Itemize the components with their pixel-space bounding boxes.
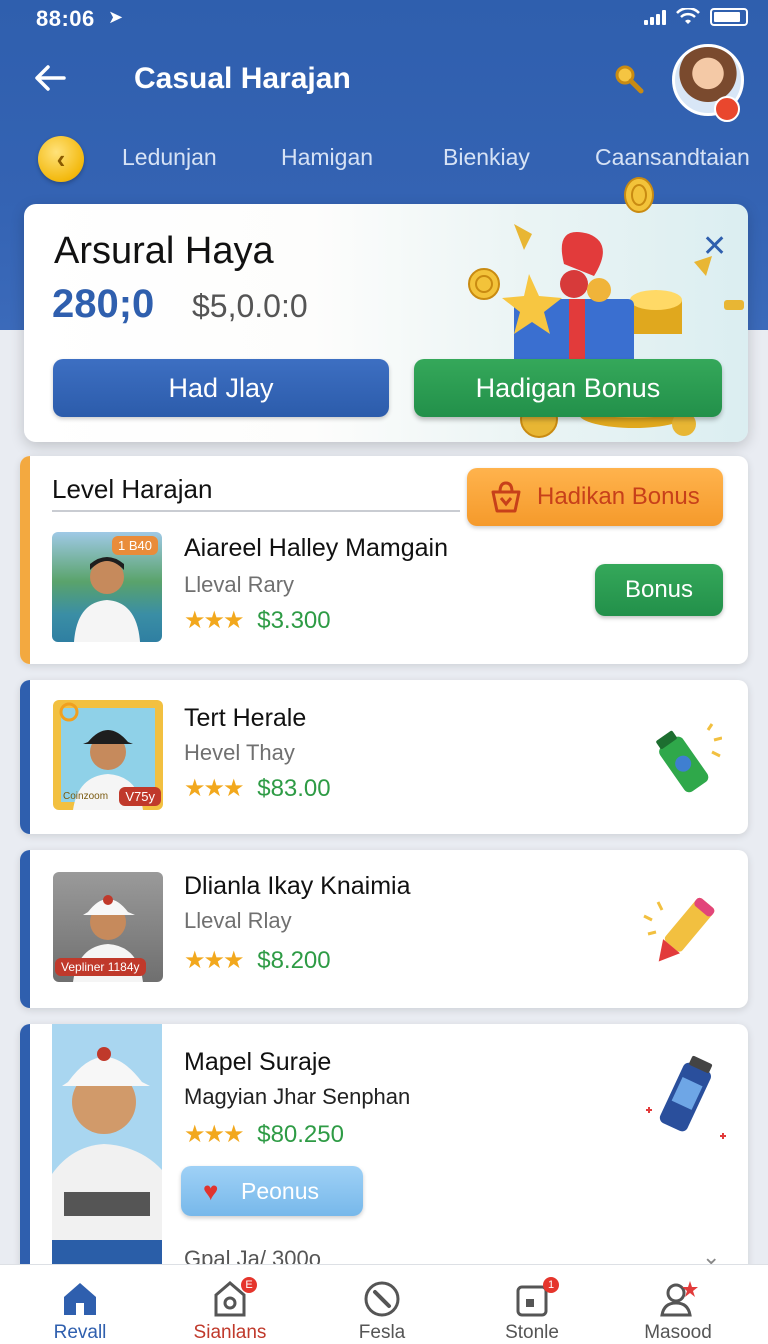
- rating-stars: ★★★: [184, 607, 245, 634]
- crayon-icon: [643, 897, 715, 962]
- nav-label: Stonle: [505, 1322, 559, 1343]
- potion-bottle-icon: [656, 723, 722, 793]
- bottom-navigation: Revall E Sianlans Fesla 1 Stonle Masood: [0, 1264, 768, 1344]
- nav-label: Masood: [644, 1322, 712, 1343]
- compass-icon: [364, 1281, 400, 1317]
- card-stripe: [20, 1024, 30, 1284]
- tab-hamigan[interactable]: Hamigan: [281, 144, 373, 171]
- item-thumbnail[interactable]: Coinzoom V75y: [53, 700, 163, 810]
- hero-sub-amount: $5,0.0:0: [192, 288, 308, 324]
- item-name: Tert Herale: [184, 704, 307, 732]
- tab-ledunjan[interactable]: Ledunjan: [122, 144, 217, 171]
- rating-stars: ★★★: [184, 775, 245, 802]
- rating-stars: ★★★: [184, 1121, 245, 1148]
- close-icon[interactable]: ✕: [702, 232, 727, 262]
- bonus-button[interactable]: Bonus: [595, 564, 723, 616]
- signal-icon: [644, 9, 666, 25]
- thumbnail-caption: Coinzoom: [63, 791, 109, 802]
- level-bonus-label: Hadikan Bonus: [537, 483, 700, 510]
- nav-label: Revall: [53, 1322, 107, 1343]
- nav-label: Sianlans: [193, 1322, 267, 1343]
- peonus-button[interactable]: ♥ Peonus: [181, 1166, 363, 1216]
- item-name: Mapel Surаje: [184, 1048, 332, 1076]
- item-price: $3.300: [257, 607, 331, 634]
- back-button[interactable]: [30, 58, 74, 102]
- nav-compass[interactable]: Fesla: [307, 1265, 457, 1344]
- price-row: ★★★ $8.200: [184, 946, 331, 975]
- coin-tab-icon[interactable]: ‹: [38, 136, 84, 182]
- level-card-title: Level Harajan: [52, 474, 213, 504]
- item-level: Lleval Rlay: [184, 908, 292, 933]
- card-stripe: [20, 456, 30, 664]
- card-stripe: [20, 850, 30, 1008]
- item-price: $83.00: [257, 775, 331, 802]
- floating-coin-icon: [624, 177, 654, 213]
- heart-icon: ♥: [203, 1176, 219, 1206]
- hero-amount: 280;0: [52, 282, 155, 326]
- battery-icon: [710, 8, 748, 26]
- peonus-label: Peonus: [241, 1178, 320, 1204]
- price-row: ★★★ $3.300: [184, 606, 331, 635]
- search-button[interactable]: [612, 62, 646, 96]
- search-icon: [615, 65, 644, 94]
- item-thumbnail[interactable]: [52, 1024, 162, 1284]
- item-price: $80.250: [257, 1121, 344, 1148]
- item-card: Mapel Surаje Magyian Jhar Senphan ★★★ $8…: [20, 1024, 748, 1284]
- hero-title: Arsural Haya: [54, 230, 274, 272]
- home-icon: [64, 1283, 96, 1315]
- item-name: Dlianla Ikay Knaimia: [184, 872, 411, 900]
- wifi-icon: [676, 8, 700, 24]
- nav-clipboard[interactable]: 1 Stonle: [457, 1265, 607, 1344]
- status-bar: 88:06 ➤: [0, 0, 768, 36]
- price-row: ★★★ $83.00: [184, 774, 331, 803]
- divider: [52, 510, 460, 512]
- page-title: Casual Harajan: [134, 62, 351, 95]
- item-card: Coinzoom V75y Tert Herale Hevel Thay ★★★…: [20, 680, 748, 834]
- notification-badge: 1: [543, 1277, 559, 1293]
- price-row: ★★★ $80.250: [184, 1120, 344, 1149]
- item-level: Lleval Rary: [184, 572, 295, 597]
- status-time: 88:06: [36, 6, 95, 31]
- item-level: Hevel Thay: [184, 740, 295, 765]
- bag-icon: [491, 481, 521, 513]
- thumbnail-tag: 1 B40: [112, 536, 158, 555]
- item-thumbnail[interactable]: Vepliner 1184y: [53, 872, 163, 982]
- location-arrow-icon: ➤: [108, 7, 124, 27]
- nav-profile[interactable]: Masood: [603, 1265, 753, 1344]
- item-thumbnail[interactable]: 1 B40: [52, 532, 162, 642]
- live-badge-icon: [714, 96, 740, 122]
- level-card: Level Harajan Hadikan Bonus 1 B40 Aiaree…: [20, 456, 748, 664]
- person-photo: [52, 1047, 162, 1284]
- nav-home[interactable]: Revall: [5, 1265, 155, 1344]
- play-button[interactable]: Had Jlay: [53, 359, 389, 417]
- item-level: Magyian Jhar Senphan: [184, 1084, 411, 1109]
- status-icons: [644, 8, 748, 26]
- hero-bonus-button[interactable]: Hadigan Bonus: [414, 359, 722, 417]
- card-stripe: [20, 680, 30, 834]
- rating-stars: ★★★: [184, 947, 245, 974]
- tab-bienkiay[interactable]: Bienkiay: [443, 144, 530, 171]
- thumbnail-tag: V75y: [119, 787, 161, 806]
- nav-label: Fesla: [358, 1322, 406, 1343]
- hero-card: Arsural Haya 280;0 $5,0.0:0 ✕ Had Jlay H…: [24, 204, 748, 442]
- tab-caansandtaian[interactable]: Caansandtaian: [595, 144, 750, 171]
- notification-badge: E: [241, 1277, 257, 1293]
- back-arrow-icon: [35, 65, 66, 91]
- nav-store[interactable]: E Sianlans: [155, 1265, 305, 1344]
- spray-bottle-icon: [646, 1055, 726, 1139]
- item-price: $8.200: [257, 947, 331, 974]
- profile-icon: [660, 1281, 698, 1317]
- top-bar: Casual Harajan: [0, 40, 768, 122]
- item-name: Aiareel Halley Mamgain: [184, 534, 449, 562]
- level-bonus-button[interactable]: Hadikan Bonus: [467, 468, 723, 526]
- item-card: Vepliner 1184y Dlianla Ikay Knaimia Llev…: [20, 850, 748, 1008]
- thumbnail-tag: Vepliner 1184y: [55, 958, 146, 976]
